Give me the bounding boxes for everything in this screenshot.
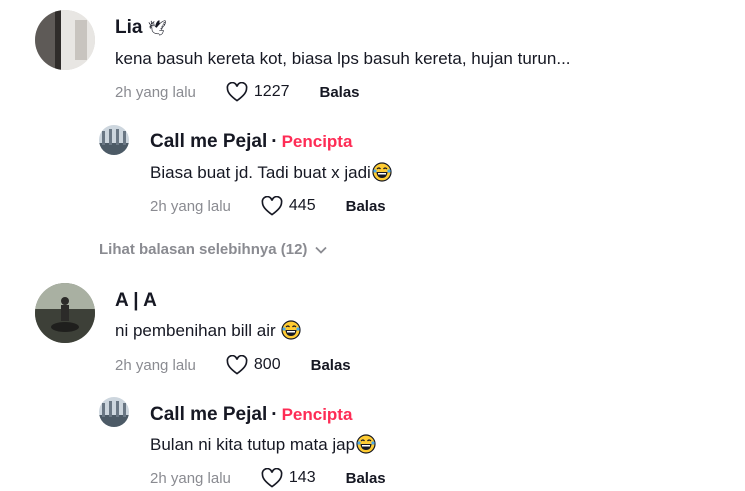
separator-dot: ·: [271, 131, 278, 152]
reply-button[interactable]: Balas: [320, 84, 360, 101]
like-button[interactable]: 143: [261, 468, 316, 488]
comment-meta: 2h yang lalu 1227 Balas: [115, 82, 360, 102]
heart-outline-icon[interactable]: [261, 468, 283, 488]
reply-text-content: Biasa buat jd. Tadi buat x jadi: [150, 163, 371, 182]
comment-author[interactable]: Lia 🕊: [115, 17, 167, 39]
laughing-tears-emoji-icon: [281, 320, 301, 340]
laughing-tears-emoji-icon: [372, 162, 392, 182]
author-name[interactable]: Call me Pejal: [150, 404, 267, 425]
like-count: 1227: [253, 83, 290, 100]
like-button[interactable]: 800: [226, 355, 281, 375]
comment-time: 2h yang lalu: [115, 83, 196, 101]
heart-outline-icon[interactable]: [261, 196, 283, 216]
reply-meta: 2h yang lalu 445 Balas: [150, 196, 386, 216]
reply-button[interactable]: Balas: [346, 470, 386, 487]
author-emoji: 🕊: [147, 20, 167, 37]
view-more-replies-button[interactable]: Lihat balasan selebihnya (12): [99, 241, 328, 258]
reply-time: 2h yang lalu: [150, 197, 231, 215]
author-name[interactable]: Lia: [115, 17, 142, 38]
comment-time: 2h yang lalu: [115, 356, 196, 374]
avatar[interactable]: [35, 10, 95, 70]
reply-text-content: Bulan ni kita tutup mata jap: [150, 435, 356, 454]
reply-time: 2h yang lalu: [150, 469, 231, 487]
like-count: 143: [288, 469, 316, 486]
like-button[interactable]: 445: [261, 196, 316, 216]
avatar[interactable]: [99, 125, 129, 155]
reply-text: Bulan ni kita tutup mata jap: [150, 434, 376, 455]
heart-outline-icon[interactable]: [226, 82, 248, 102]
reply-button[interactable]: Balas: [346, 198, 386, 215]
laughing-tears-emoji-icon: [356, 434, 376, 454]
avatar[interactable]: [35, 283, 95, 343]
like-count: 800: [253, 356, 281, 373]
like-count: 445: [288, 197, 316, 214]
reply-meta: 2h yang lalu 143 Balas: [150, 468, 386, 488]
chevron-down-icon[interactable]: [315, 246, 328, 254]
author-name[interactable]: Call me Pejal: [150, 131, 267, 152]
reply-button[interactable]: Balas: [311, 357, 351, 374]
separator-dot: ·: [271, 404, 278, 425]
comment-author[interactable]: A | A: [115, 290, 157, 312]
like-button[interactable]: 1227: [226, 82, 290, 102]
heart-outline-icon[interactable]: [226, 355, 248, 375]
creator-badge: Pencipta: [281, 405, 353, 424]
avatar[interactable]: [99, 397, 129, 427]
comment-meta: 2h yang lalu 800 Balas: [115, 355, 351, 375]
reply-text: Biasa buat jd. Tadi buat x jadi: [150, 162, 392, 183]
reply-author: Call me Pejal · Pencipta: [150, 404, 352, 426]
reply-author: Call me Pejal · Pencipta: [150, 131, 352, 153]
view-more-label[interactable]: Lihat balasan selebihnya (12): [99, 241, 307, 258]
comment-text: ni pembenihan bill air: [115, 320, 301, 341]
creator-badge: Pencipta: [281, 132, 353, 151]
comment-text: kena basuh kereta kot, biasa lps basuh k…: [115, 49, 571, 68]
comment-text-content: ni pembenihan bill air: [115, 321, 281, 340]
